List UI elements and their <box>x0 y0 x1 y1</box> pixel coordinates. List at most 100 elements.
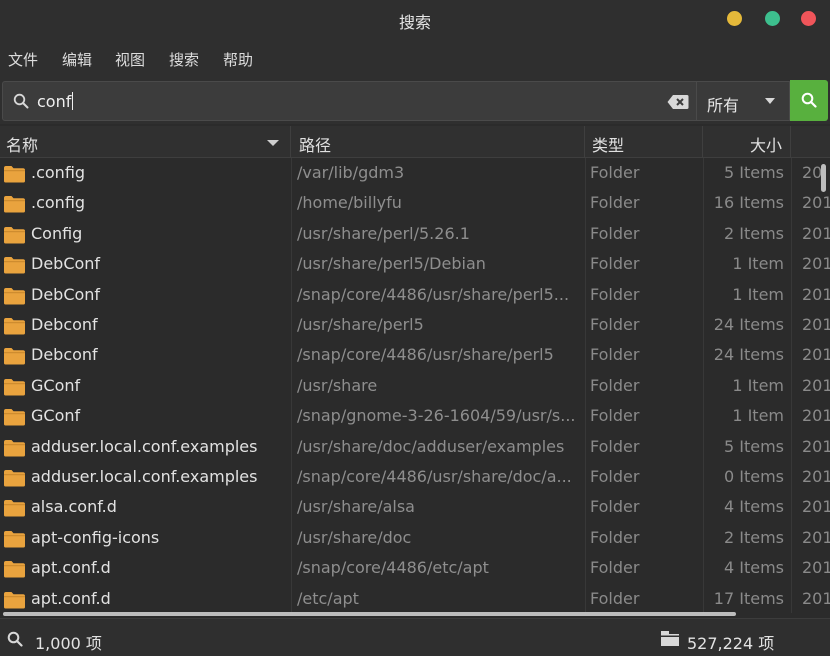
file-name: apt-config-icons <box>31 527 160 547</box>
file-date: 201 <box>802 223 830 243</box>
folder-icon <box>4 257 25 274</box>
folder-icon <box>4 196 25 213</box>
file-name: GConf <box>31 406 81 426</box>
file-date: 201 <box>802 315 830 334</box>
sort-descending-icon <box>267 140 279 146</box>
file-path: /usr/share/perl5/Debian <box>297 254 486 274</box>
file-path: /snap/core/4486/usr/share/perl5... <box>297 284 570 304</box>
file-type: Folder <box>590 284 640 304</box>
title-bar: 搜索 <box>0 0 830 40</box>
file-size: 24 Items <box>713 315 784 334</box>
table-row[interactable]: apt.conf.d/etc/apt Folder 17 Items 201 <box>0 584 830 613</box>
column-name[interactable]: 名称 <box>0 126 291 158</box>
file-date: 201 <box>802 254 830 274</box>
file-date: 201 <box>802 527 830 547</box>
file-size: 1 Item <box>732 284 784 304</box>
search-button[interactable] <box>790 80 828 121</box>
status-bar: 1,000 项 527,224 项 <box>0 618 830 656</box>
table-row[interactable]: .config/home/billyfu Folder 16 Items 201 <box>0 188 830 218</box>
file-type: Folder <box>590 588 640 608</box>
file-size: 24 Items <box>713 345 784 365</box>
file-path: /var/lib/gdm3 <box>297 163 405 182</box>
table-row[interactable]: .config/var/lib/gdm3 Folder 5 Items 20 <box>0 158 830 188</box>
file-date: 201 <box>802 497 830 517</box>
result-count: 1,000 项 <box>35 634 102 653</box>
file-path: /usr/share/perl/5.26.1 <box>297 223 470 243</box>
file-type: Folder <box>590 254 640 274</box>
file-type: Folder <box>590 223 640 243</box>
folder-icon <box>4 378 25 396</box>
search-icon <box>13 93 29 109</box>
file-path: /snap/gnome-3-26-1604/59/usr/s... <box>297 406 576 426</box>
table-row[interactable]: adduser.local.conf.examples/usr/share/do… <box>0 432 830 462</box>
search-query: conf <box>37 92 74 111</box>
file-date: 201 <box>802 284 830 304</box>
file-path: /snap/core/4486/usr/share/perl5 <box>297 345 554 365</box>
table-row[interactable]: Debconf/usr/share/perl5 Folder 24 Items 201 <box>0 310 830 340</box>
column-date[interactable] <box>791 126 830 158</box>
table-row[interactable]: Config/usr/share/perl/5.26.1 Folder 2 Item… <box>0 219 830 249</box>
column-size[interactable]: 大小 <box>703 126 791 158</box>
clear-search-icon[interactable] <box>667 94 689 110</box>
file-type: Folder <box>590 527 640 547</box>
table-row[interactable]: DebConf/snap/core/4486/usr/share/perl5..… <box>0 280 830 310</box>
file-size: 4 Items <box>723 558 784 578</box>
file-name: DebConf <box>31 284 101 304</box>
file-name: adduser.local.conf.examples <box>31 436 258 456</box>
table-row[interactable]: Debconf/snap/core/4486/usr/share/perl5 Fo… <box>0 340 830 370</box>
column-type[interactable]: 类型 <box>585 126 703 158</box>
file-size: 2 Items <box>723 223 784 243</box>
search-input[interactable]: conf <box>2 81 697 121</box>
search-bar: conf 所有 <box>0 77 830 124</box>
file-name: Debconf <box>31 345 98 365</box>
file-name: alsa.conf.d <box>31 497 117 517</box>
column-path[interactable]: 路径 <box>291 126 585 158</box>
file-path: /etc/apt <box>297 588 359 608</box>
table-row[interactable]: alsa.conf.d/usr/share/alsa Folder 4 Items 2… <box>0 492 830 522</box>
minimize-button[interactable] <box>727 11 742 26</box>
column-path-label: 路径 <box>299 136 332 155</box>
table-row[interactable]: apt.conf.d/snap/core/4486/etc/apt Folder 4… <box>0 553 830 583</box>
file-path: /usr/share/alsa <box>297 497 415 517</box>
search-icon <box>7 631 23 647</box>
table-row[interactable]: GConf/usr/share Folder 1 Item 201 <box>0 371 830 401</box>
file-size: 1 Item <box>732 254 784 274</box>
folder-icon <box>4 318 25 335</box>
menu-help[interactable]: 帮助 <box>223 49 253 70</box>
menu-edit[interactable]: 编辑 <box>62 49 92 70</box>
folder-icon <box>4 470 25 487</box>
file-date: 201 <box>802 406 830 426</box>
folder-icon <box>661 631 679 646</box>
menu-view[interactable]: 视图 <box>115 49 145 70</box>
menu-search[interactable]: 搜索 <box>169 49 199 70</box>
file-path: /usr/share/perl5 <box>297 315 424 334</box>
file-size: 17 Items <box>713 588 784 608</box>
search-scope-dropdown[interactable]: 所有 <box>697 81 790 121</box>
horizontal-scrollbar[interactable] <box>3 612 736 616</box>
file-type: Folder <box>590 163 640 182</box>
table-row[interactable]: apt-config-icons/usr/share/doc Folder 2 It… <box>0 523 830 553</box>
folder-icon <box>4 348 25 365</box>
file-date: 201 <box>802 558 830 578</box>
file-name: .config <box>31 193 86 213</box>
file-date: 201 <box>802 467 830 486</box>
table-row[interactable]: GConf/snap/gnome-3-26-1604/59/usr/s... Fo… <box>0 401 830 431</box>
table-row[interactable]: adduser.local.conf.examples/snap/core/44… <box>0 462 830 492</box>
maximize-button[interactable] <box>765 11 780 26</box>
file-size: 5 Items <box>723 163 784 182</box>
close-button[interactable] <box>801 11 816 26</box>
vertical-scrollbar[interactable] <box>821 164 826 192</box>
column-type-label: 类型 <box>592 136 625 155</box>
folder-icon <box>4 409 25 426</box>
file-name: .config <box>31 163 86 182</box>
menu-file[interactable]: 文件 <box>8 49 38 70</box>
file-path: /snap/core/4486/usr/share/doc/a... <box>297 467 572 486</box>
window-title: 搜索 <box>398 13 431 32</box>
file-date: 201 <box>802 588 830 608</box>
file-type: Folder <box>590 315 640 334</box>
search-icon <box>801 92 817 108</box>
folder-icon <box>4 591 25 609</box>
table-row[interactable]: DebConf/usr/share/perl5/Debian Folder 1 It… <box>0 249 830 279</box>
search-scope-value: 所有 <box>707 96 740 115</box>
file-size: 4 Items <box>723 497 784 517</box>
